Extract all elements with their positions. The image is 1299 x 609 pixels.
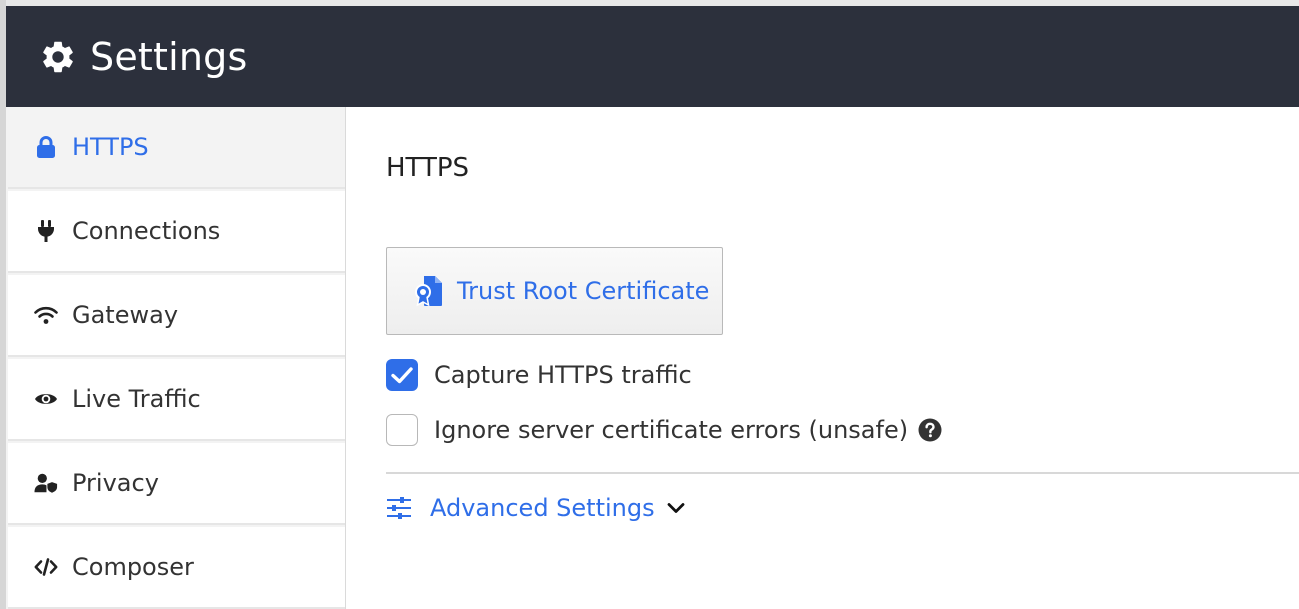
sidebar-item-https[interactable]: HTTPS (8, 107, 345, 189)
settings-dialog: Settings HTTPS Connections Gateway Live … (6, 6, 1299, 609)
sidebar-item-label: Gateway (72, 301, 179, 329)
eye-icon (34, 387, 58, 411)
section-title: HTTPS (386, 153, 470, 183)
ignore-cert-errors-label: Ignore server certificate errors (unsafe… (434, 416, 909, 444)
gear-icon (38, 37, 78, 77)
sidebar-item-label: HTTPS (72, 133, 149, 161)
trust-root-certificate-label: Trust Root Certificate (457, 277, 710, 305)
plug-icon (34, 219, 58, 243)
sidebar-item-label: Privacy (72, 469, 159, 497)
wifi-icon (34, 303, 58, 327)
divider (386, 472, 1299, 474)
code-icon (34, 555, 58, 579)
sidebar-item-live-traffic[interactable]: Live Traffic (8, 359, 345, 441)
user-shield-icon (34, 471, 58, 495)
settings-sidebar: HTTPS Connections Gateway Live Traffic P… (6, 107, 346, 609)
settings-content: HTTPS Trust Root Certificate Capture HTT… (347, 107, 1299, 609)
dialog-title: Settings (90, 34, 248, 79)
lock-icon (34, 135, 58, 159)
advanced-settings-label: Advanced Settings (430, 494, 655, 522)
sidebar-item-connections[interactable]: Connections (8, 191, 345, 273)
check-icon (391, 367, 413, 384)
chevron-down-icon (667, 499, 685, 517)
sidebar-item-label: Composer (72, 553, 194, 581)
capture-https-option: Capture HTTPS traffic (386, 359, 692, 391)
sidebar-item-privacy[interactable]: Privacy (8, 443, 345, 525)
sidebar-item-label: Live Traffic (72, 385, 201, 413)
question-circle-icon[interactable] (918, 418, 942, 442)
sidebar-item-label: Connections (72, 217, 221, 245)
sidebar-item-gateway[interactable]: Gateway (8, 275, 345, 357)
advanced-settings-toggle[interactable]: Advanced Settings (386, 494, 685, 522)
sliders-icon (386, 495, 412, 521)
sidebar-item-composer[interactable]: Composer (8, 527, 345, 609)
ignore-cert-errors-option: Ignore server certificate errors (unsafe… (386, 414, 942, 446)
dialog-header: Settings (6, 6, 1299, 107)
trust-root-certificate-button[interactable]: Trust Root Certificate (386, 247, 723, 335)
ignore-cert-errors-checkbox[interactable] (386, 414, 418, 446)
capture-https-checkbox[interactable] (386, 359, 418, 391)
certificate-icon (413, 275, 445, 307)
capture-https-label: Capture HTTPS traffic (434, 361, 692, 389)
